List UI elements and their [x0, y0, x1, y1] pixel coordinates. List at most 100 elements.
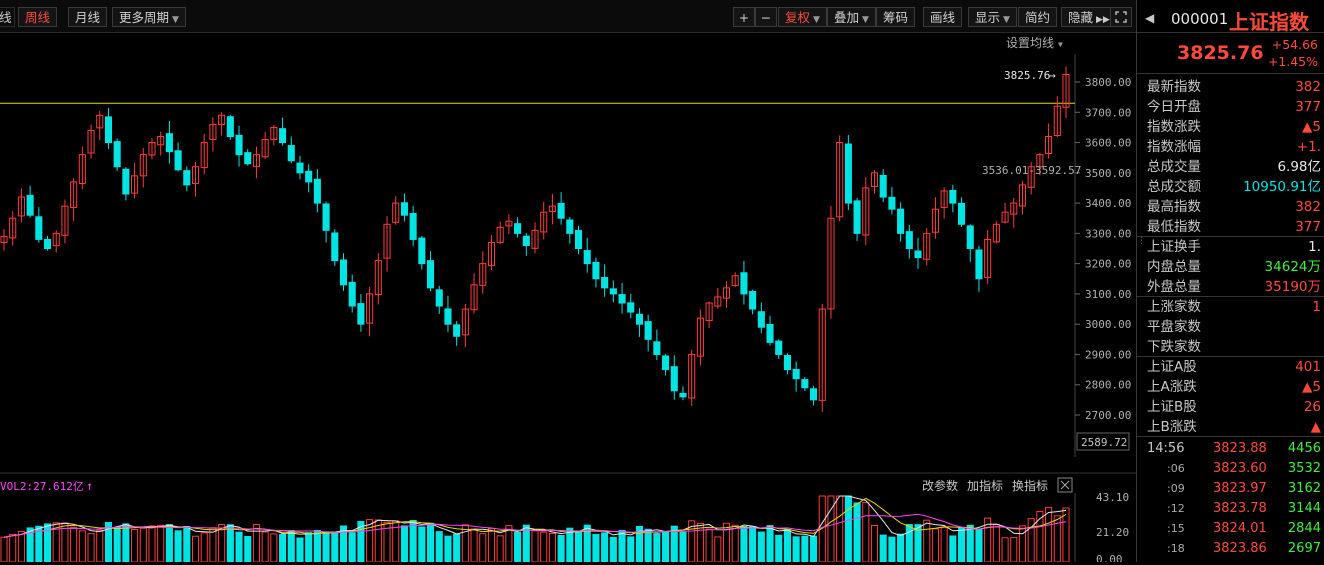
vol-axis-max: 43.10: [1096, 491, 1129, 504]
volume-bar: [836, 495, 844, 563]
volume-bar: [444, 535, 452, 563]
candle-body: [905, 231, 913, 250]
volume-bar: [705, 528, 713, 563]
tick-volume: 3162: [1287, 481, 1321, 496]
set-ma-label[interactable]: 设置均线: [1006, 36, 1054, 50]
tick-row: :06 3823.60 3532: [1137, 459, 1324, 478]
period-tab-partial[interactable]: 线: [0, 7, 15, 27]
volume-bar: [17, 530, 25, 563]
adjust-label: 复权: [785, 10, 811, 25]
double-chevron-right-icon: ▶▶: [1096, 15, 1110, 25]
display-dropdown[interactable]: 显示 ▼: [968, 7, 1017, 27]
price-axis-label: 2800.00: [1085, 379, 1131, 392]
divider: [1137, 73, 1324, 74]
quote-row-value: 34624万: [1264, 259, 1321, 275]
splitter-icon[interactable]: ⋮: [1137, 236, 1146, 250]
candle-body: [853, 200, 861, 234]
quote-row: 最高指数 382: [1137, 197, 1324, 217]
chip-distribution-button[interactable]: 筹码: [876, 7, 916, 27]
zoom-out-button[interactable]: −: [755, 7, 777, 27]
volume-bar: [923, 519, 931, 563]
volume-bar: [409, 519, 417, 563]
display-label: 显示: [975, 10, 1001, 25]
index-code: 000001: [1171, 10, 1229, 28]
candle-body: [644, 321, 652, 340]
tick-price: 3823.78: [1213, 501, 1267, 516]
volume-bar: [540, 531, 548, 563]
volume-bar: [810, 535, 818, 563]
quote-row-value: 382: [1295, 199, 1321, 215]
volume-bar: [418, 526, 426, 563]
volume-bar: [644, 528, 652, 563]
tick-row: 14:56 3823.88 4456: [1137, 439, 1324, 458]
quote-row-label: 指数涨幅: [1147, 139, 1201, 155]
edit-params-button[interactable]: 改参数: [922, 478, 958, 493]
volume-bar: [975, 529, 983, 563]
quote-row-label: 上证B股: [1147, 399, 1197, 415]
candle-body: [400, 202, 408, 216]
volume-bar: [627, 536, 635, 563]
tab-monthly[interactable]: 月线: [68, 7, 108, 27]
kline-chart-area[interactable]: 3800.00 3700.00 3600.00 3500.00 3400.00 3300.…: [0, 32, 1136, 565]
tick-row: :12 3823.78 3144: [1137, 499, 1324, 518]
close-icon[interactable]: [1057, 477, 1073, 493]
volume-bar: [366, 519, 374, 563]
candle-body: [662, 355, 670, 371]
candle-body: [244, 152, 252, 165]
tab-weekly[interactable]: 周线: [18, 7, 58, 27]
tick-price: 3824.01: [1213, 521, 1267, 536]
candle-body: [26, 194, 34, 216]
draw-line-button[interactable]: 画线: [923, 7, 963, 27]
more-periods-dropdown[interactable]: 更多周期 ▼: [112, 7, 186, 27]
simple-mode-button[interactable]: 简约: [1018, 7, 1058, 27]
vol-indicator-label: VOL2:27.612亿: [0, 480, 84, 493]
candle-body: [296, 162, 304, 174]
candle-body: [879, 174, 887, 198]
candle-body: [749, 290, 757, 310]
candle-body: [357, 303, 365, 325]
volume-bar: [714, 536, 722, 563]
volume-bar: [453, 533, 461, 563]
volume-bar: [165, 524, 173, 563]
volume-bar: [1010, 537, 1018, 563]
candle-body: [426, 260, 435, 289]
price-axis-label: 3600.00: [1085, 137, 1131, 150]
kline-svg[interactable]: 3800.00 3700.00 3600.00 3500.00 3400.00 3300.…: [0, 32, 1136, 565]
candle-body: [43, 238, 52, 250]
fullscreen-button[interactable]: [1110, 7, 1132, 27]
volume-bar: [279, 534, 287, 563]
candle-body: [679, 392, 687, 398]
triangle-left-icon[interactable]: ◀: [1145, 11, 1154, 25]
divider: [1137, 436, 1324, 437]
zoom-in-button[interactable]: +: [733, 7, 755, 27]
fullscreen-icon: [1115, 10, 1127, 25]
volume-bar: [897, 533, 905, 563]
volume-bar: [139, 527, 147, 563]
quote-row-value: 26: [1303, 399, 1321, 415]
quote-row-value: 401: [1295, 359, 1321, 375]
candle-body: [235, 134, 243, 156]
adjust-dropdown[interactable]: 复权 ▼: [778, 7, 827, 27]
hide-panel-button[interactable]: 隐藏 ▶▶: [1061, 7, 1117, 27]
overlay-dropdown[interactable]: 叠加 ▼: [827, 7, 876, 27]
quote-row-label: 上B涨跌: [1147, 419, 1197, 435]
price-axis-label: 3500.00: [1085, 167, 1131, 180]
price-axis-label: 3200.00: [1085, 258, 1131, 271]
add-indicator-button[interactable]: 加指标: [967, 478, 1003, 493]
candle-body: [348, 281, 356, 307]
quote-row-label: 上证换手: [1147, 239, 1201, 255]
volume-bar: [609, 536, 617, 563]
volume-bar: [244, 536, 252, 563]
quote-row: 今日开盘 377: [1137, 97, 1324, 117]
lowest-price-label: 2589.72: [1081, 436, 1127, 449]
price-axis-label: 3000.00: [1085, 318, 1131, 331]
tick-price: 3823.97: [1213, 481, 1267, 496]
volume-bar: [775, 534, 783, 563]
candle-body: [339, 259, 348, 286]
quote-row-value: 377: [1295, 99, 1321, 115]
change-indicator-button[interactable]: 换指标: [1012, 478, 1048, 493]
tick-time: :12: [1167, 502, 1185, 515]
volume-bar: [148, 525, 156, 563]
quote-row-value: 382: [1295, 79, 1321, 95]
candle-body: [409, 212, 417, 240]
